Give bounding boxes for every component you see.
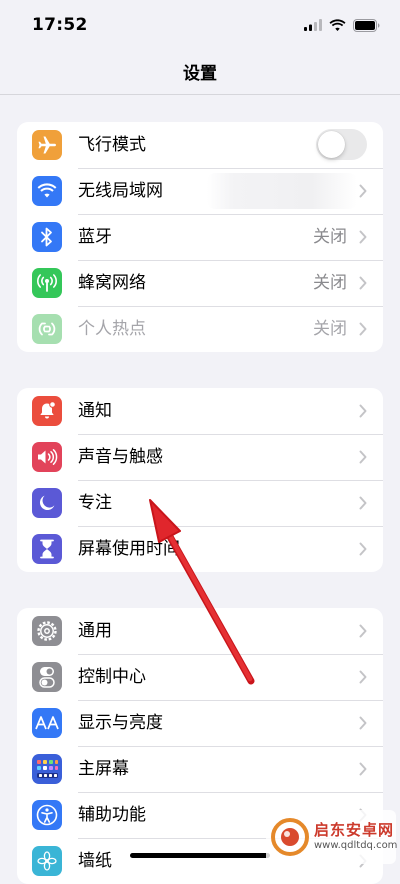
settings-row-airplane-mode[interactable]: 飞行模式 bbox=[17, 122, 383, 168]
bluetooth-icon bbox=[32, 222, 62, 252]
settings-row-home-screen[interactable]: 主屏幕 bbox=[17, 746, 383, 792]
chevron-right-icon bbox=[359, 542, 367, 556]
app-grid-icon bbox=[32, 754, 62, 784]
watermark-text: 启东安卓网 www.qdltdq.com bbox=[314, 821, 397, 853]
page-title: 设置 bbox=[183, 64, 217, 84]
watermark-title: 启东安卓网 bbox=[314, 821, 395, 839]
toggle-knob bbox=[318, 131, 345, 158]
settings-row-label: 通知 bbox=[78, 401, 112, 421]
settings-row-sounds-haptics[interactable]: 声音与触感 bbox=[17, 434, 383, 480]
battery-icon bbox=[353, 18, 380, 32]
chevron-right-icon bbox=[359, 624, 367, 638]
status-bar: 17:52 bbox=[0, 0, 400, 50]
settings-row-value: 关闭 bbox=[313, 273, 347, 293]
wifi-icon bbox=[32, 176, 62, 206]
settings-row-bluetooth[interactable]: 蓝牙 关闭 bbox=[17, 214, 383, 260]
settings-row-value: 关闭 bbox=[313, 319, 347, 339]
watermark-url: www.qdltdq.com bbox=[314, 840, 398, 851]
settings-row-label: 通用 bbox=[78, 621, 112, 641]
settings-row-label: 蓝牙 bbox=[78, 227, 112, 247]
airplane-mode-toggle[interactable] bbox=[316, 129, 367, 160]
settings-row-label: 墙纸 bbox=[78, 851, 112, 871]
settings-row-general[interactable]: 通用 bbox=[17, 608, 383, 654]
settings-row-wifi[interactable]: 无线局域网 bbox=[17, 168, 383, 214]
settings-row-label: 蜂窝网络 bbox=[78, 273, 146, 293]
watermark-logo-icon bbox=[271, 818, 309, 856]
airplane-icon bbox=[32, 130, 62, 160]
chevron-right-icon bbox=[359, 322, 367, 336]
moon-icon bbox=[32, 488, 62, 518]
wallpaper-icon bbox=[32, 846, 62, 876]
chevron-right-icon bbox=[359, 762, 367, 776]
settings-row-focus[interactable]: 专注 bbox=[17, 480, 383, 526]
settings-row-label: 屏幕使用时间 bbox=[78, 539, 180, 559]
chevron-right-icon bbox=[359, 184, 367, 198]
settings-row-label: 辅助功能 bbox=[78, 805, 146, 825]
settings-row-label: 飞行模式 bbox=[78, 135, 146, 155]
chevron-right-icon bbox=[359, 276, 367, 290]
wifi-status-icon bbox=[329, 19, 346, 31]
site-watermark: 启东安卓网 www.qdltdq.com bbox=[266, 810, 397, 864]
gear-icon bbox=[32, 616, 62, 646]
text-size-icon bbox=[32, 708, 62, 738]
nav-divider bbox=[0, 94, 400, 95]
speaker-icon bbox=[32, 442, 62, 472]
cellular-signal-icon bbox=[304, 19, 322, 31]
hotspot-icon bbox=[32, 314, 62, 344]
settings-row-personal-hotspot[interactable]: 个人热点 关闭 bbox=[17, 306, 383, 352]
settings-row-label: 控制中心 bbox=[78, 667, 146, 687]
status-icons bbox=[304, 16, 380, 34]
chevron-right-icon bbox=[359, 404, 367, 418]
chevron-right-icon bbox=[359, 230, 367, 244]
wifi-network-name-blurred bbox=[207, 173, 357, 209]
settings-row-notifications[interactable]: 通知 bbox=[17, 388, 383, 434]
settings-row-label: 声音与触感 bbox=[78, 447, 163, 467]
settings-row-label: 主屏幕 bbox=[78, 759, 129, 779]
chevron-right-icon bbox=[359, 716, 367, 730]
bell-icon bbox=[32, 396, 62, 426]
home-indicator bbox=[130, 853, 270, 858]
status-time: 17:52 bbox=[32, 15, 88, 35]
settings-row-label: 个人热点 bbox=[78, 319, 146, 339]
settings-row-control-center[interactable]: 控制中心 bbox=[17, 654, 383, 700]
accessibility-icon bbox=[32, 800, 62, 830]
settings-row-display-brightness[interactable]: 显示与亮度 bbox=[17, 700, 383, 746]
chevron-right-icon bbox=[359, 670, 367, 684]
chevron-right-icon bbox=[359, 496, 367, 510]
settings-row-screen-time[interactable]: 屏幕使用时间 bbox=[17, 526, 383, 572]
settings-row-cellular[interactable]: 蜂窝网络 关闭 bbox=[17, 260, 383, 306]
toggles-icon bbox=[32, 662, 62, 692]
chevron-right-icon bbox=[359, 450, 367, 464]
settings-row-label: 无线局域网 bbox=[78, 181, 163, 201]
settings-row-label: 显示与亮度 bbox=[78, 713, 163, 733]
settings-group-connectivity: 飞行模式 无线局域网 蓝牙 关闭 蜂窝网络 关闭 个人热点 关闭 bbox=[17, 122, 383, 352]
settings-row-label: 专注 bbox=[78, 493, 112, 513]
antenna-icon bbox=[32, 268, 62, 298]
settings-row-value: 关闭 bbox=[313, 227, 347, 247]
hourglass-icon bbox=[32, 534, 62, 564]
settings-group-attention: 通知 声音与触感 专注 屏幕使用时间 bbox=[17, 388, 383, 572]
